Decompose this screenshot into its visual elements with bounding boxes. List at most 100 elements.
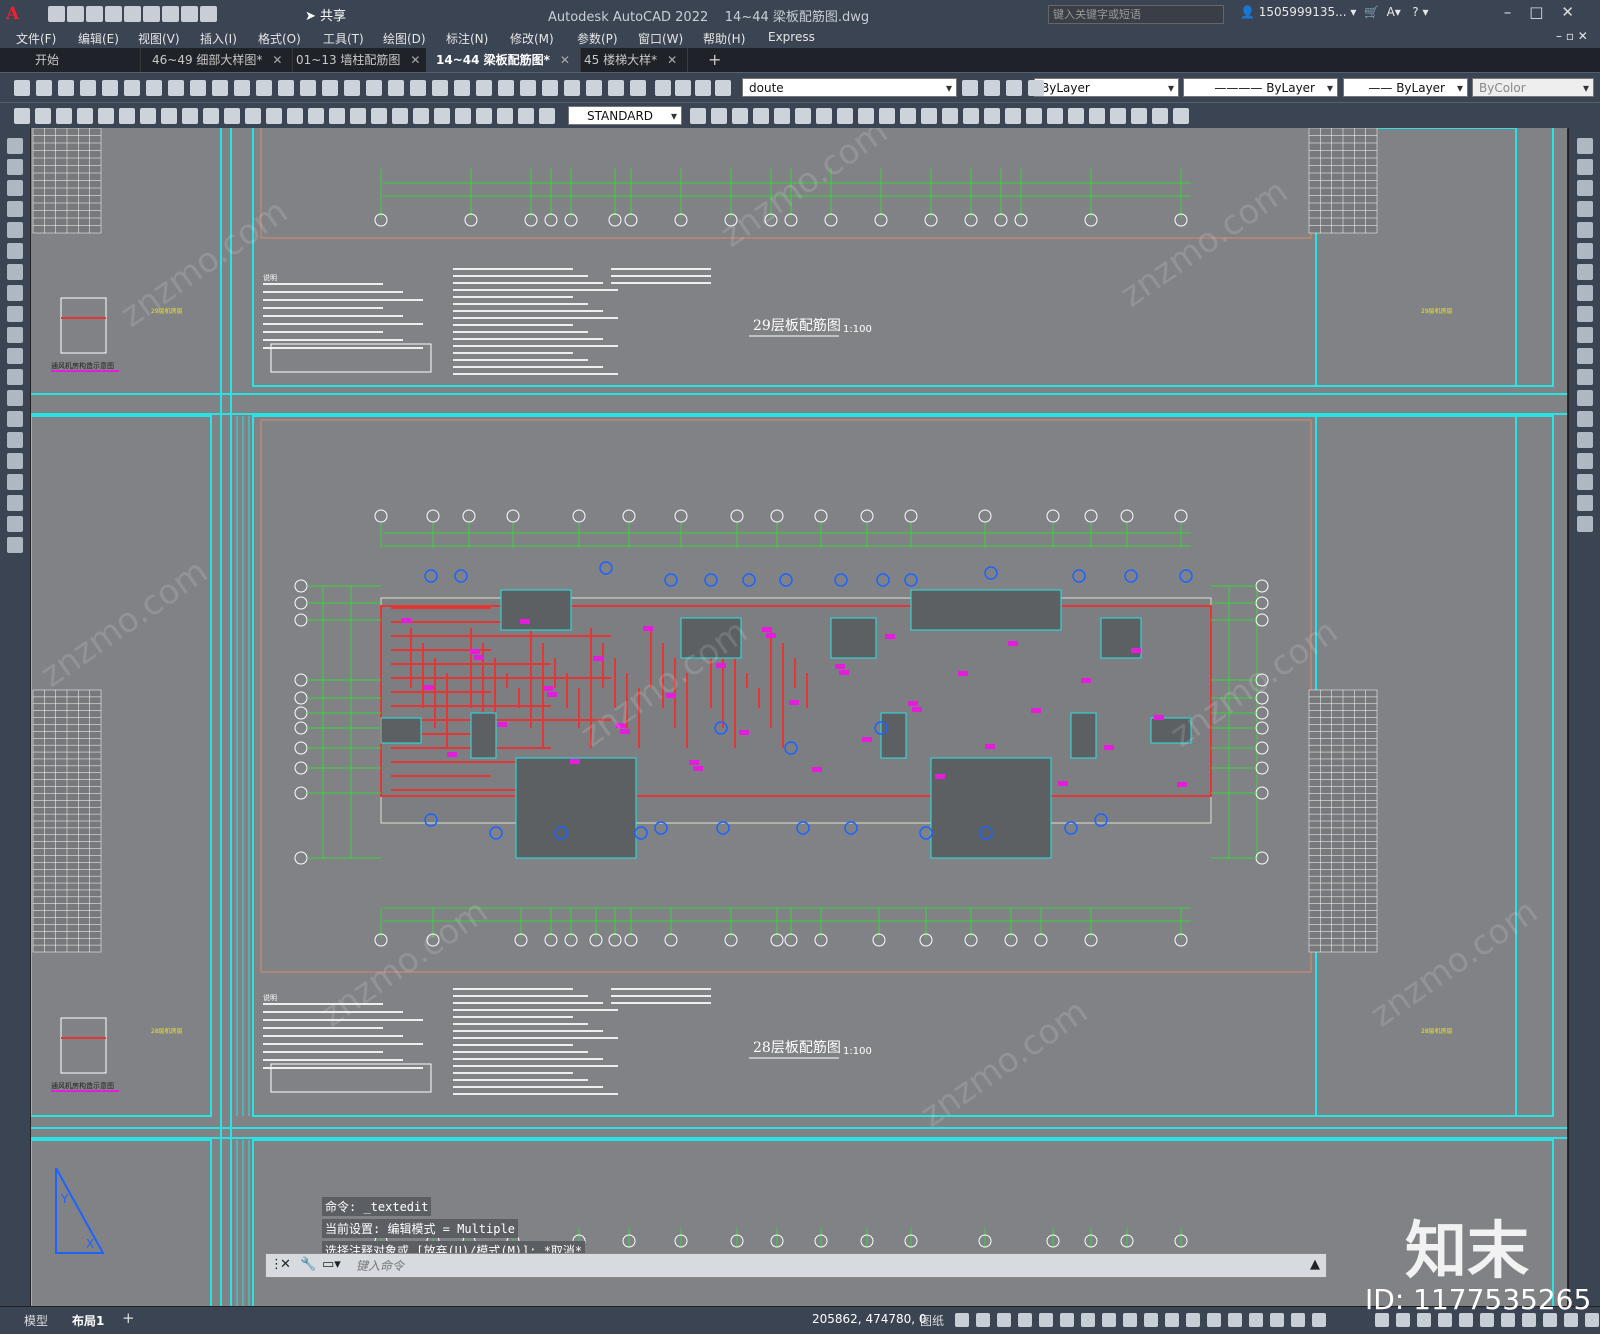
add-layout-button[interactable]: +: [122, 1309, 135, 1327]
modify-tool-8-icon[interactable]: [1577, 306, 1593, 322]
dim-tool-25-icon[interactable]: [539, 108, 555, 124]
status-toggle-6-icon[interactable]: [1081, 1313, 1095, 1327]
drawing-canvas[interactable]: 28层板配筋图 1:100 29层板配筋图 1:100 说明 说明 通风机房构造…: [31, 128, 1567, 1306]
dim-tool-33-icon[interactable]: [837, 108, 853, 124]
redo-icon[interactable]: [200, 6, 217, 22]
dim-tool-34-icon[interactable]: [858, 108, 874, 124]
close-icon[interactable]: ✕: [560, 53, 570, 67]
modify-tool-11-icon[interactable]: [1577, 369, 1593, 385]
tab-columns[interactable]: 01~13 墙柱配筋图 ✕: [286, 48, 432, 72]
undo-icon[interactable]: [181, 6, 198, 22]
menu-format[interactable]: 格式(O): [258, 30, 301, 47]
status-toggle-5-icon[interactable]: [1060, 1313, 1074, 1327]
modify-tool-16-icon[interactable]: [1577, 474, 1593, 490]
tab-model[interactable]: 模型: [24, 1312, 48, 1329]
status-toggle-16-icon[interactable]: [1291, 1313, 1305, 1327]
text-style-dropdown[interactable]: STANDARD ▾: [568, 106, 682, 125]
dim-tool-7-icon[interactable]: [161, 108, 177, 124]
tab-stairs[interactable]: 45 楼梯大样* ✕: [574, 48, 689, 72]
close-icon[interactable]: ✕: [280, 1257, 291, 1272]
standard-tool-18-icon[interactable]: [410, 80, 426, 96]
layer-tool-0-icon[interactable]: [962, 80, 978, 96]
modify-tool-17-icon[interactable]: [1577, 495, 1593, 511]
draw-tool-18-icon[interactable]: [7, 516, 23, 532]
new-tab-button[interactable]: +: [698, 48, 731, 72]
standard-tool-4-icon[interactable]: [102, 80, 118, 96]
dim-tool-23-icon[interactable]: [497, 108, 513, 124]
menu-insert[interactable]: 插入(I): [200, 30, 237, 47]
modify-tool-3-icon[interactable]: [1577, 201, 1593, 217]
modify-tool-5-icon[interactable]: [1577, 243, 1593, 259]
draw-tool-16-icon[interactable]: [7, 474, 23, 490]
tab-beams[interactable]: 14~44 梁板配筋图* ✕: [426, 48, 581, 72]
dim-tool-4-icon[interactable]: [98, 108, 114, 124]
recent-commands-icon[interactable]: ▭▾: [322, 1257, 341, 1272]
modify-tool-14-icon[interactable]: [1577, 432, 1593, 448]
dim-tool-9-icon[interactable]: [203, 108, 219, 124]
close-icon[interactable]: ✕: [272, 53, 282, 67]
dim-tool-49-icon[interactable]: [1173, 108, 1189, 124]
draw-tool-4-icon[interactable]: [7, 222, 23, 238]
color-dropdown[interactable]: ByLayer ▾: [1034, 78, 1179, 97]
dim-tool-41-icon[interactable]: [1005, 108, 1021, 124]
dim-tool-30-icon[interactable]: [774, 108, 790, 124]
dim-tool-16-icon[interactable]: [350, 108, 366, 124]
draw-tool-12-icon[interactable]: [7, 390, 23, 406]
dim-tool-47-icon[interactable]: [1131, 108, 1147, 124]
dim-tool-5-icon[interactable]: [119, 108, 135, 124]
open-web-icon[interactable]: [124, 6, 141, 22]
modify-tool-4-icon[interactable]: [1577, 222, 1593, 238]
dim-tool-42-icon[interactable]: [1026, 108, 1042, 124]
standard-tool-0-icon[interactable]: [14, 80, 30, 96]
standard-tool-16-icon[interactable]: [366, 80, 382, 96]
menu-modify[interactable]: 修改(M): [510, 30, 554, 47]
scroll-up-icon[interactable]: ▲: [1310, 1257, 1320, 1272]
standard-tool-9-icon[interactable]: [212, 80, 228, 96]
draw-tool-1-icon[interactable]: [7, 159, 23, 175]
draw-tool-8-icon[interactable]: [7, 306, 23, 322]
standard-tool-32-icon[interactable]: [715, 80, 731, 96]
tab-layout1[interactable]: 布局1: [72, 1312, 104, 1329]
standard-tool-14-icon[interactable]: [322, 80, 338, 96]
standard-tool-31-icon[interactable]: [695, 80, 711, 96]
dim-tool-36-icon[interactable]: [900, 108, 916, 124]
status-toggle-3-icon[interactable]: [1018, 1313, 1032, 1327]
draw-tool-10-icon[interactable]: [7, 348, 23, 364]
draw-tool-2-icon[interactable]: [7, 180, 23, 196]
draw-tool-13-icon[interactable]: [7, 411, 23, 427]
layer-tool-1-icon[interactable]: [984, 80, 1000, 96]
close-icon[interactable]: ✕: [667, 53, 677, 67]
linetype-dropdown[interactable]: ———— ByLayer ▾: [1183, 78, 1338, 97]
draw-tool-19-icon[interactable]: [7, 537, 23, 553]
standard-tool-24-icon[interactable]: [542, 80, 558, 96]
layer-dropdown[interactable]: doute ▾: [742, 78, 957, 97]
modify-tool-1-icon[interactable]: [1577, 159, 1593, 175]
dim-tool-6-icon[interactable]: [140, 108, 156, 124]
dim-tool-24-icon[interactable]: [518, 108, 534, 124]
share-button[interactable]: ➤ 共享: [305, 5, 346, 24]
lineweight-dropdown[interactable]: —— ByLayer ▾: [1343, 78, 1468, 97]
standard-tool-26-icon[interactable]: [586, 80, 602, 96]
draw-tool-5-icon[interactable]: [7, 243, 23, 259]
draw-tool-7-icon[interactable]: [7, 285, 23, 301]
status-toggle-7-icon[interactable]: [1102, 1313, 1116, 1327]
close-icon[interactable]: ✕: [410, 53, 420, 67]
menu-parametric[interactable]: 参数(P): [577, 30, 618, 47]
dim-tool-14-icon[interactable]: [308, 108, 324, 124]
dim-tool-19-icon[interactable]: [413, 108, 429, 124]
dim-tool-38-icon[interactable]: [942, 108, 958, 124]
menu-tools[interactable]: 工具(T): [323, 30, 364, 47]
status-toggle-0-icon[interactable]: [955, 1313, 969, 1327]
modify-tool-13-icon[interactable]: [1577, 411, 1593, 427]
modify-tool-6-icon[interactable]: [1577, 264, 1593, 280]
standard-tool-21-icon[interactable]: [476, 80, 492, 96]
dim-tool-29-icon[interactable]: [753, 108, 769, 124]
draw-tool-9-icon[interactable]: [7, 327, 23, 343]
standard-tool-15-icon[interactable]: [344, 80, 360, 96]
paper-space-toggle[interactable]: 图纸: [920, 1312, 944, 1329]
dim-tool-26-icon[interactable]: [690, 108, 706, 124]
dim-tool-48-icon[interactable]: [1152, 108, 1168, 124]
dim-tool-28-icon[interactable]: [732, 108, 748, 124]
save-icon[interactable]: [86, 6, 103, 22]
dim-tool-2-icon[interactable]: [56, 108, 72, 124]
